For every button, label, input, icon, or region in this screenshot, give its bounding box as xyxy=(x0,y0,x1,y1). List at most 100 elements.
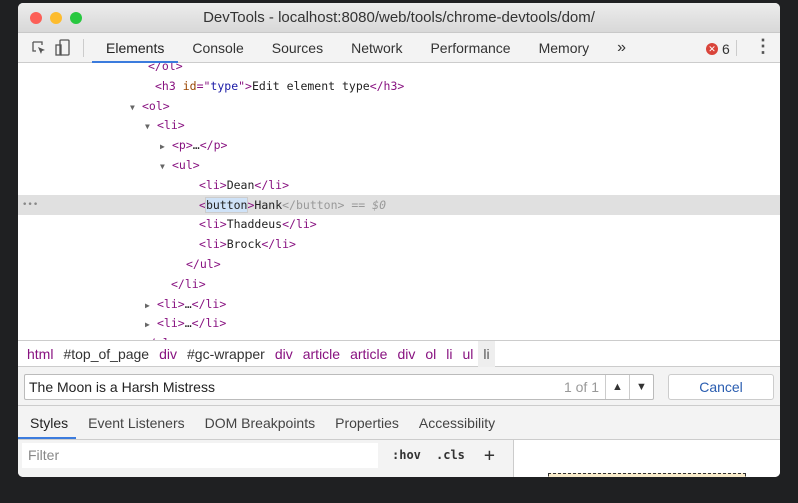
dom-token: =" xyxy=(196,78,211,93)
dom-token: </ul> xyxy=(186,257,221,271)
dom-token: </h3> xyxy=(369,78,405,93)
sidebar-tabs: Styles Event Listeners DOM Breakpoints P… xyxy=(18,406,780,440)
inspect-element-icon[interactable] xyxy=(27,36,51,60)
maximize-window-button[interactable] xyxy=(70,12,82,24)
dom-token: </button> == xyxy=(282,197,373,212)
breadcrumb-item[interactable]: li xyxy=(478,340,495,367)
dom-token: </li> xyxy=(261,237,296,252)
tab-properties[interactable]: Properties xyxy=(323,406,407,439)
dom-token: <li> xyxy=(199,217,227,232)
breadcrumb-item[interactable]: ol xyxy=(420,341,441,367)
dom-node-content: ▼ <ol> xyxy=(130,96,170,118)
dom-token: </li> xyxy=(171,276,206,291)
dom-token: Edit element type xyxy=(251,78,370,93)
dom-token: <li> xyxy=(199,237,227,252)
breadcrumb-item[interactable]: li xyxy=(441,341,457,367)
dom-token: Dean xyxy=(226,177,255,192)
more-menu-icon[interactable]: ⋮ xyxy=(754,36,772,57)
breadcrumb-item[interactable]: ul xyxy=(458,341,479,367)
tab-performance[interactable]: Performance xyxy=(416,33,524,63)
dom-token: <ul> xyxy=(172,158,200,172)
breadcrumb-item[interactable]: #gc-wrapper xyxy=(182,341,270,367)
dom-token: </li> xyxy=(191,296,227,311)
dom-node[interactable]: ▶ <li>…</li> xyxy=(18,313,780,333)
cancel-button[interactable]: Cancel xyxy=(668,374,774,400)
breadcrumb-item[interactable]: div xyxy=(392,341,420,367)
dom-node[interactable]: </ul> xyxy=(18,254,780,274)
tab-styles[interactable]: Styles xyxy=(18,406,77,439)
more-tabs-button[interactable]: » xyxy=(603,33,640,63)
toolbar-divider xyxy=(83,38,84,57)
search-box: The Moon is a Harsh Mistress 1 of 1 ▲ ▼ xyxy=(24,374,654,400)
dom-tree[interactable]: </ol> <h3 id="type">Edit element type</h3… xyxy=(18,63,780,340)
dom-node[interactable]: <h3 id="type">Edit element type</h3> xyxy=(18,76,780,96)
dom-node[interactable]: ▼ <ul> xyxy=(18,155,780,175)
dom-token: type xyxy=(210,78,239,93)
dom-token: <li> xyxy=(157,296,185,311)
dom-node-content: ▼ <li> xyxy=(145,115,185,137)
tab-memory[interactable]: Memory xyxy=(525,33,604,63)
tab-sources[interactable]: Sources xyxy=(258,33,337,63)
search-prev-button[interactable]: ▲ xyxy=(605,375,629,399)
tab-console[interactable]: Console xyxy=(178,33,257,63)
cls-toggle[interactable]: .cls xyxy=(436,443,465,468)
dom-token: Hank xyxy=(254,197,283,212)
dom-node[interactable]: <li>Thaddeus</li> xyxy=(18,214,780,234)
close-window-button[interactable] xyxy=(30,12,42,24)
console-ref: $0 xyxy=(372,197,386,212)
dom-node-selected[interactable]: ••• <button>Hank</button> == $0 xyxy=(18,194,780,215)
node-actions-icon[interactable]: ••• xyxy=(22,195,38,215)
box-model xyxy=(548,473,746,477)
dom-node[interactable]: <li>Dean</li> xyxy=(18,175,780,195)
dom-node[interactable]: </li> xyxy=(18,274,780,294)
dom-node[interactable]: </ol> xyxy=(18,333,780,340)
dom-token: <li> xyxy=(157,118,185,133)
tag-name-editor[interactable]: button xyxy=(204,196,249,213)
dom-node[interactable]: </ol> xyxy=(18,63,780,76)
dom-node-content: </ol> xyxy=(148,63,183,76)
dom-node-content: ▶ <li>…</li> xyxy=(145,313,226,335)
dom-node-content: ▶ <p>…</p> xyxy=(160,135,227,157)
window-title: DevTools - localhost:8080/web/tools/chro… xyxy=(203,9,595,26)
new-style-rule-button[interactable]: + xyxy=(484,443,495,468)
search-bar: The Moon is a Harsh Mistress 1 of 1 ▲ ▼ … xyxy=(18,367,780,406)
dom-token: <ol> xyxy=(142,98,170,113)
dom-node-content: <li>Brock</li> xyxy=(199,234,296,254)
dom-token: id xyxy=(182,78,197,93)
hov-toggle[interactable]: :hov xyxy=(392,443,421,468)
tab-accessibility[interactable]: Accessibility xyxy=(407,406,503,439)
search-match-count: 1 of 1 xyxy=(563,379,599,395)
breadcrumb-item[interactable]: article xyxy=(345,341,392,367)
breadcrumb-item[interactable]: article xyxy=(298,341,345,367)
dom-token: … xyxy=(184,316,192,331)
device-toolbar-icon[interactable] xyxy=(51,36,75,60)
dom-token: Brock xyxy=(226,237,262,252)
dom-token: "> xyxy=(238,78,252,93)
breadcrumb-item[interactable]: #top_of_page xyxy=(58,341,154,367)
tab-dom-breakpoints[interactable]: DOM Breakpoints xyxy=(193,406,323,439)
search-next-button[interactable]: ▼ xyxy=(629,375,653,399)
breadcrumb-item[interactable]: div xyxy=(154,341,182,367)
dom-node[interactable]: ▼ <ol> xyxy=(18,96,780,116)
dom-token: </p> xyxy=(199,138,228,153)
devtools-window: DevTools - localhost:8080/web/tools/chro… xyxy=(18,3,780,477)
minimize-window-button[interactable] xyxy=(50,12,62,24)
dom-node[interactable]: ▼ <li> xyxy=(18,115,780,135)
error-counter[interactable]: ✕ 6 xyxy=(706,41,730,57)
dom-node-content: ▼ <ul> xyxy=(160,155,200,177)
breadcrumb-item[interactable]: div xyxy=(270,341,298,367)
dom-node[interactable]: ▶ <p>…</p> xyxy=(18,135,780,155)
search-input[interactable]: The Moon is a Harsh Mistress xyxy=(25,379,564,395)
tab-elements[interactable]: Elements xyxy=(92,33,179,63)
dom-token: … xyxy=(184,296,192,311)
dom-node[interactable]: <li>Brock</li> xyxy=(18,234,780,254)
main-toolbar: Elements Console Sources Network Perform… xyxy=(18,33,780,63)
breadcrumb-item[interactable]: html xyxy=(22,341,58,367)
dom-token: <h3 xyxy=(155,78,183,93)
dom-node[interactable]: ▶ <li>…</li> xyxy=(18,294,780,314)
tab-network[interactable]: Network xyxy=(337,33,416,63)
dom-token: </li> xyxy=(282,217,317,232)
tab-event-listeners[interactable]: Event Listeners xyxy=(76,406,193,439)
dom-token: <p> xyxy=(172,138,193,153)
filter-input[interactable]: Filter xyxy=(22,443,378,468)
